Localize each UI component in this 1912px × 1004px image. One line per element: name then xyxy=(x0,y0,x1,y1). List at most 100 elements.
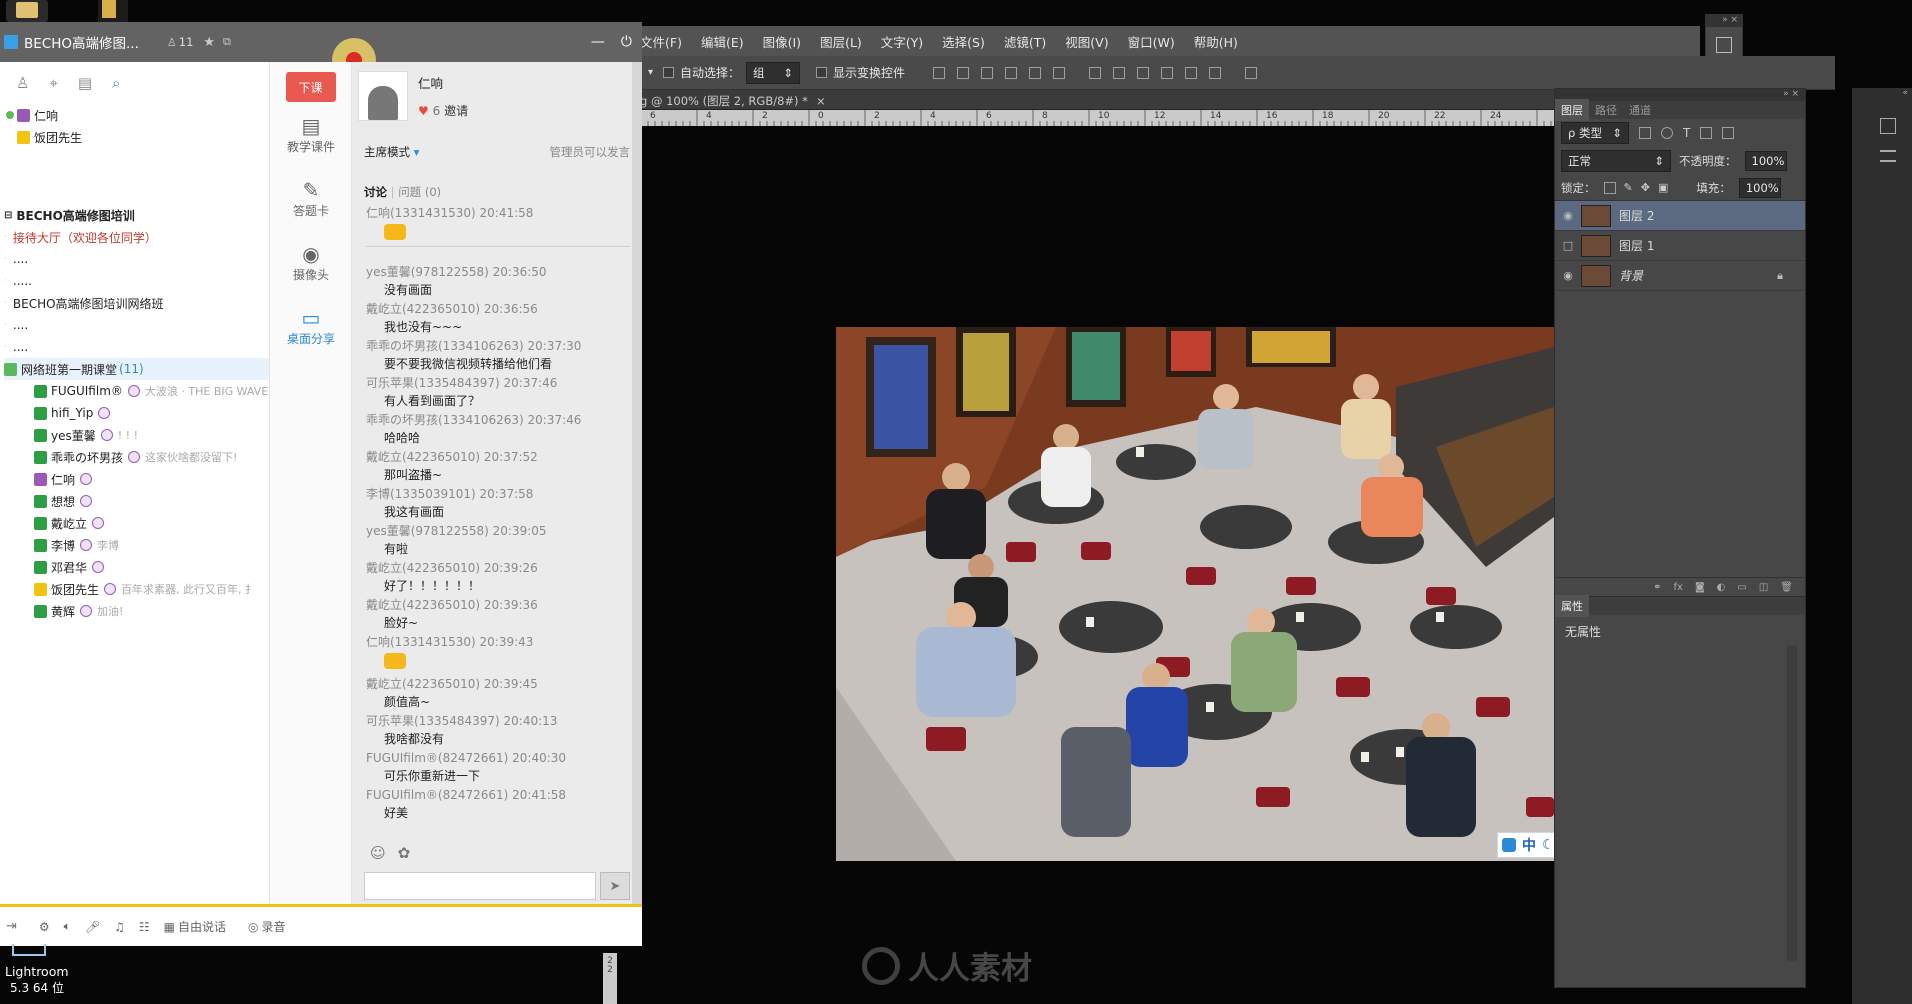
heart-icon[interactable]: ♥ xyxy=(418,104,429,118)
members-icon[interactable]: ♙ xyxy=(167,36,177,49)
channel-item[interactable]: ·.... xyxy=(4,248,269,270)
member-row[interactable]: 仁响 xyxy=(4,468,269,490)
close-icon[interactable]: × xyxy=(816,94,826,108)
sticker-icon[interactable] xyxy=(384,224,406,240)
sticker-icon[interactable] xyxy=(384,653,406,669)
invite-link[interactable]: 邀请 xyxy=(444,104,468,118)
brush-tool-icon[interactable] xyxy=(1880,118,1896,134)
eye-icon[interactable]: ◉ xyxy=(1555,269,1581,282)
group-root[interactable]: ⊟ BECHO高端修图培训 xyxy=(4,204,269,226)
tab-questions[interactable]: 问题 xyxy=(398,185,421,199)
member-row[interactable]: 邓君华 xyxy=(4,556,269,578)
fx-icon[interactable]: fx xyxy=(1674,582,1683,593)
blend-mode-dropdown[interactable]: 正常 ⇕ xyxy=(1561,150,1671,172)
dock-collapse-icon[interactable]: « xyxy=(1852,88,1912,100)
moon-icon[interactable]: ☾ xyxy=(1542,837,1555,853)
new-adjustment-icon[interactable]: ◐ xyxy=(1717,582,1726,593)
eye-icon[interactable]: ◉ xyxy=(1555,209,1581,222)
channel-item[interactable]: ·.... xyxy=(4,314,269,336)
delete-layer-icon[interactable]: 🗑︎ xyxy=(1780,582,1793,593)
online-user[interactable]: 饭团先生 xyxy=(6,126,269,148)
chat-scrollbar[interactable] xyxy=(632,62,642,904)
filter-type-icon[interactable]: T xyxy=(1683,126,1690,140)
member-row[interactable]: FUGUIfilm® 大波浪 · THE BIG WAVE xyxy=(4,380,269,402)
fill-input[interactable]: 100% xyxy=(1738,177,1781,198)
member-row[interactable]: yes董馨 ! ! ! xyxy=(4,424,269,446)
share-icon[interactable]: ⧉ xyxy=(223,35,231,49)
member-row[interactable]: 戴屹立 xyxy=(4,512,269,534)
settings-icon[interactable]: ⚙ xyxy=(39,920,50,934)
distribute-right-icon[interactable] xyxy=(1209,66,1222,79)
align-hcenter-icon[interactable] xyxy=(1029,66,1042,79)
layer-row-1[interactable]: □ 图层 1 xyxy=(1555,231,1805,261)
chat-input[interactable] xyxy=(364,872,596,900)
auto-align-icon[interactable] xyxy=(1245,66,1258,79)
speaker-icon[interactable]: 🔈︎ xyxy=(64,919,71,934)
menu-view[interactable]: 视图(V) xyxy=(1065,32,1108,51)
contacts-icon[interactable]: ♙ xyxy=(16,74,29,92)
lock-transparent-icon[interactable] xyxy=(1603,181,1616,194)
menu-window[interactable]: 窗口(W) xyxy=(1128,32,1175,51)
transform-controls-checkbox[interactable] xyxy=(816,67,828,78)
lock-all-icon[interactable]: ▣ xyxy=(1658,181,1668,194)
menu-edit[interactable]: 编辑(E) xyxy=(701,32,744,51)
layer-filter-dropdown[interactable]: ρ 类型 ⇕ xyxy=(1561,122,1629,144)
online-user[interactable]: 仁响 xyxy=(6,104,269,126)
menu-type[interactable]: 文字(Y) xyxy=(881,32,923,51)
filter-pixel-icon[interactable] xyxy=(1639,127,1651,139)
opacity-input[interactable]: 100% xyxy=(1744,151,1787,171)
menu-image[interactable]: 图像(I) xyxy=(763,32,801,51)
search-icon[interactable]: ⌕ xyxy=(112,74,120,92)
member-row[interactable]: 饭团先生 百年求素器, 此行又百年, 扌 xyxy=(4,578,269,600)
lock-move-icon[interactable]: ✥ xyxy=(1641,181,1650,194)
end-class-button[interactable]: 下课 xyxy=(285,72,336,102)
host-mode-dropdown[interactable]: 主席模式 ▾ xyxy=(364,144,419,160)
send-button[interactable]: ➤ xyxy=(600,872,630,900)
properties-scrollbar[interactable] xyxy=(1787,645,1797,961)
channel-item[interactable]: ·.... xyxy=(4,336,269,358)
panel-collapse-icon[interactable]: » × xyxy=(1706,15,1742,27)
ime-logo-icon[interactable] xyxy=(1502,838,1516,852)
align-top-icon[interactable] xyxy=(933,66,946,79)
tab-discuss[interactable]: 讨论 xyxy=(364,185,387,199)
align-left-icon[interactable] xyxy=(1005,66,1018,79)
notes-icon[interactable]: ▤ xyxy=(78,74,92,92)
lock-paint-icon[interactable]: ✎ xyxy=(1624,181,1633,194)
desktop-icon-folder[interactable] xyxy=(6,0,48,22)
member-row[interactable]: 乖乖の坏男孩 这家伙啥都没留下! xyxy=(4,446,269,468)
menu-help[interactable]: 帮助(H) xyxy=(1194,32,1238,51)
courseware-button[interactable]: ▤ 教学课件 xyxy=(270,102,352,166)
host-avatar[interactable] xyxy=(358,71,408,121)
star-icon[interactable]: ★ xyxy=(203,35,215,50)
mixer-icon[interactable]: ☷ xyxy=(139,920,150,934)
add-mask-icon[interactable]: ◙ xyxy=(1695,582,1705,593)
distribute-left-icon[interactable] xyxy=(1161,66,1174,79)
link-layers-icon[interactable]: ⚭ xyxy=(1653,582,1661,593)
member-row[interactable]: 黄辉 加油! xyxy=(4,600,269,622)
ps-document-tab[interactable]: g @ 100% (图层 2, RGB/8#) * × xyxy=(640,92,826,110)
home-icon[interactable] xyxy=(4,35,18,49)
filter-adjust-icon[interactable] xyxy=(1661,127,1673,139)
location-icon[interactable]: ⌖ xyxy=(49,74,57,92)
layer-row-background[interactable]: ◉ 背景 🔒︎ xyxy=(1555,261,1805,291)
sliders-icon[interactable] xyxy=(1880,150,1896,162)
visibility-box-icon[interactable]: □ xyxy=(1555,239,1581,252)
desktop-app-lightroom[interactable]: Lightroom 5.3 64 位 xyxy=(2,944,82,1004)
microphone-icon[interactable]: 🎤︎ xyxy=(85,920,100,934)
menu-file[interactable]: 文件(F) xyxy=(640,32,682,51)
channel-item[interactable]: ·..... xyxy=(4,270,269,292)
distribute-hcenter-icon[interactable] xyxy=(1185,66,1198,79)
member-row[interactable]: 李博 李博 xyxy=(4,534,269,556)
exit-icon[interactable]: ⇥ xyxy=(6,919,17,934)
minimize-icon[interactable]: — xyxy=(591,34,605,50)
power-icon[interactable]: ⏻ xyxy=(621,34,632,50)
channel-subgroup[interactable]: · BECHO高端修图培训网络班 xyxy=(4,292,269,314)
menu-layer[interactable]: 图层(L) xyxy=(820,32,862,51)
distribute-vcenter-icon[interactable] xyxy=(1113,66,1126,79)
filter-smart-icon[interactable] xyxy=(1722,127,1735,139)
sticker-icon[interactable]: ✿ xyxy=(398,844,411,862)
screen-share-button[interactable]: ▭ 桌面分享 xyxy=(270,294,352,358)
tab-channels[interactable]: 通道 xyxy=(1623,99,1657,121)
answer-card-button[interactable]: ✎ 答题卡 xyxy=(270,166,352,230)
class-channel[interactable]: 网络班第一期课堂 (11) xyxy=(4,358,269,380)
